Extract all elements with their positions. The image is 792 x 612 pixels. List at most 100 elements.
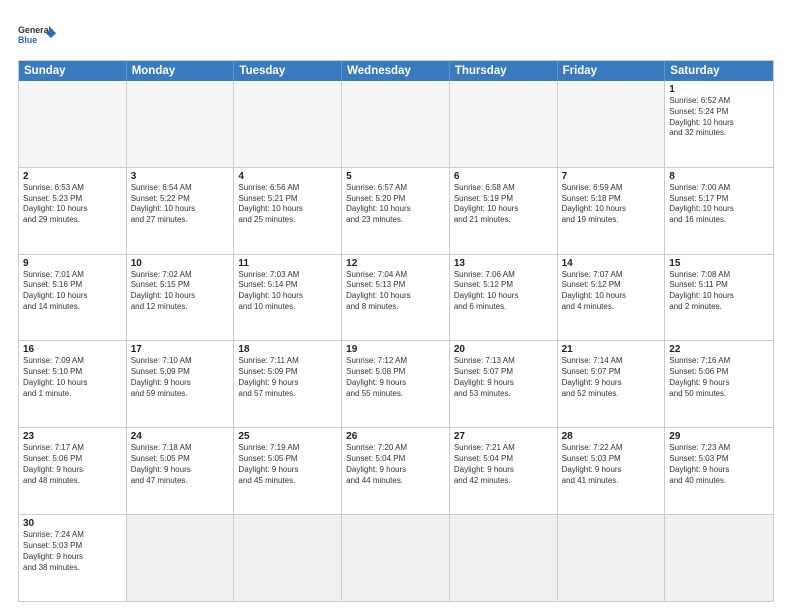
day-header-saturday: Saturday: [665, 61, 773, 81]
date-number-16: 16: [23, 344, 122, 355]
date-cell-5: 5Sunrise: 6:57 AM Sunset: 5:20 PM Daylig…: [342, 168, 450, 254]
date-cell-15: 15Sunrise: 7:08 AM Sunset: 5:11 PM Dayli…: [665, 255, 773, 341]
date-number-6: 6: [454, 171, 553, 182]
cell-text-7: Sunrise: 6:59 AM Sunset: 5:18 PM Dayligh…: [562, 183, 661, 226]
date-number-4: 4: [238, 171, 337, 182]
date-cell-30: 30Sunrise: 7:24 AM Sunset: 5:03 PM Dayli…: [19, 515, 127, 601]
day-header-thursday: Thursday: [450, 61, 558, 81]
date-cell-8: 8Sunrise: 7:00 AM Sunset: 5:17 PM Daylig…: [665, 168, 773, 254]
date-number-5: 5: [346, 171, 445, 182]
date-cell-7: 7Sunrise: 6:59 AM Sunset: 5:18 PM Daylig…: [558, 168, 666, 254]
date-number-26: 26: [346, 431, 445, 442]
date-cell-13: 13Sunrise: 7:06 AM Sunset: 5:12 PM Dayli…: [450, 255, 558, 341]
calendar-row-2: 9Sunrise: 7:01 AM Sunset: 5:16 PM Daylig…: [19, 254, 773, 341]
cell-text-15: Sunrise: 7:08 AM Sunset: 5:11 PM Dayligh…: [669, 270, 769, 313]
empty-cell-r5-c2: [234, 515, 342, 601]
date-cell-21: 21Sunrise: 7:14 AM Sunset: 5:07 PM Dayli…: [558, 341, 666, 427]
date-number-9: 9: [23, 258, 122, 269]
date-number-12: 12: [346, 258, 445, 269]
cell-text-10: Sunrise: 7:02 AM Sunset: 5:15 PM Dayligh…: [131, 270, 230, 313]
cell-text-13: Sunrise: 7:06 AM Sunset: 5:12 PM Dayligh…: [454, 270, 553, 313]
svg-text:General: General: [18, 25, 51, 35]
date-number-19: 19: [346, 344, 445, 355]
date-number-22: 22: [669, 344, 769, 355]
date-cell-24: 24Sunrise: 7:18 AM Sunset: 5:05 PM Dayli…: [127, 428, 235, 514]
cell-text-18: Sunrise: 7:11 AM Sunset: 5:09 PM Dayligh…: [238, 356, 337, 399]
date-number-23: 23: [23, 431, 122, 442]
cell-text-16: Sunrise: 7:09 AM Sunset: 5:10 PM Dayligh…: [23, 356, 122, 399]
date-number-28: 28: [562, 431, 661, 442]
calendar-body: 1Sunrise: 6:52 AM Sunset: 5:24 PM Daylig…: [19, 81, 773, 601]
date-cell-27: 27Sunrise: 7:21 AM Sunset: 5:04 PM Dayli…: [450, 428, 558, 514]
empty-cell-r5-c1: [127, 515, 235, 601]
empty-cell-r0-c3: [342, 81, 450, 167]
cell-text-27: Sunrise: 7:21 AM Sunset: 5:04 PM Dayligh…: [454, 443, 553, 486]
date-cell-23: 23Sunrise: 7:17 AM Sunset: 5:06 PM Dayli…: [19, 428, 127, 514]
empty-cell-r5-c4: [450, 515, 558, 601]
date-cell-16: 16Sunrise: 7:09 AM Sunset: 5:10 PM Dayli…: [19, 341, 127, 427]
cell-text-28: Sunrise: 7:22 AM Sunset: 5:03 PM Dayligh…: [562, 443, 661, 486]
cell-text-8: Sunrise: 7:00 AM Sunset: 5:17 PM Dayligh…: [669, 183, 769, 226]
cell-text-11: Sunrise: 7:03 AM Sunset: 5:14 PM Dayligh…: [238, 270, 337, 313]
date-number-30: 30: [23, 518, 122, 529]
cell-text-30: Sunrise: 7:24 AM Sunset: 5:03 PM Dayligh…: [23, 530, 122, 573]
day-header-sunday: Sunday: [19, 61, 127, 81]
logo: General Blue: [18, 18, 56, 52]
date-cell-11: 11Sunrise: 7:03 AM Sunset: 5:14 PM Dayli…: [234, 255, 342, 341]
cell-text-22: Sunrise: 7:16 AM Sunset: 5:06 PM Dayligh…: [669, 356, 769, 399]
date-number-27: 27: [454, 431, 553, 442]
day-header-friday: Friday: [558, 61, 666, 81]
empty-cell-r5-c3: [342, 515, 450, 601]
day-header-tuesday: Tuesday: [234, 61, 342, 81]
date-cell-6: 6Sunrise: 6:58 AM Sunset: 5:19 PM Daylig…: [450, 168, 558, 254]
date-number-20: 20: [454, 344, 553, 355]
date-number-15: 15: [669, 258, 769, 269]
cell-text-3: Sunrise: 6:54 AM Sunset: 5:22 PM Dayligh…: [131, 183, 230, 226]
date-cell-2: 2Sunrise: 6:53 AM Sunset: 5:23 PM Daylig…: [19, 168, 127, 254]
svg-text:Blue: Blue: [18, 35, 37, 45]
date-cell-14: 14Sunrise: 7:07 AM Sunset: 5:12 PM Dayli…: [558, 255, 666, 341]
empty-cell-r5-c5: [558, 515, 666, 601]
cell-text-1: Sunrise: 6:52 AM Sunset: 5:24 PM Dayligh…: [669, 96, 769, 139]
date-number-24: 24: [131, 431, 230, 442]
empty-cell-r0-c5: [558, 81, 666, 167]
cell-text-17: Sunrise: 7:10 AM Sunset: 5:09 PM Dayligh…: [131, 356, 230, 399]
page: General Blue SundayMondayTuesdayWednesda…: [0, 0, 792, 612]
date-cell-26: 26Sunrise: 7:20 AM Sunset: 5:04 PM Dayli…: [342, 428, 450, 514]
date-number-29: 29: [669, 431, 769, 442]
date-cell-4: 4Sunrise: 6:56 AM Sunset: 5:21 PM Daylig…: [234, 168, 342, 254]
generalblue-logo-icon: General Blue: [18, 18, 56, 52]
cell-text-9: Sunrise: 7:01 AM Sunset: 5:16 PM Dayligh…: [23, 270, 122, 313]
cell-text-19: Sunrise: 7:12 AM Sunset: 5:08 PM Dayligh…: [346, 356, 445, 399]
cell-text-14: Sunrise: 7:07 AM Sunset: 5:12 PM Dayligh…: [562, 270, 661, 313]
calendar-row-0: 1Sunrise: 6:52 AM Sunset: 5:24 PM Daylig…: [19, 81, 773, 167]
date-number-3: 3: [131, 171, 230, 182]
date-number-17: 17: [131, 344, 230, 355]
date-cell-25: 25Sunrise: 7:19 AM Sunset: 5:05 PM Dayli…: [234, 428, 342, 514]
day-header-wednesday: Wednesday: [342, 61, 450, 81]
date-cell-18: 18Sunrise: 7:11 AM Sunset: 5:09 PM Dayli…: [234, 341, 342, 427]
empty-cell-r0-c0: [19, 81, 127, 167]
cell-text-29: Sunrise: 7:23 AM Sunset: 5:03 PM Dayligh…: [669, 443, 769, 486]
date-cell-20: 20Sunrise: 7:13 AM Sunset: 5:07 PM Dayli…: [450, 341, 558, 427]
date-cell-17: 17Sunrise: 7:10 AM Sunset: 5:09 PM Dayli…: [127, 341, 235, 427]
date-number-25: 25: [238, 431, 337, 442]
cell-text-12: Sunrise: 7:04 AM Sunset: 5:13 PM Dayligh…: [346, 270, 445, 313]
empty-cell-r0-c2: [234, 81, 342, 167]
empty-cell-r5-c6: [665, 515, 773, 601]
cell-text-5: Sunrise: 6:57 AM Sunset: 5:20 PM Dayligh…: [346, 183, 445, 226]
date-cell-19: 19Sunrise: 7:12 AM Sunset: 5:08 PM Dayli…: [342, 341, 450, 427]
date-number-8: 8: [669, 171, 769, 182]
date-number-13: 13: [454, 258, 553, 269]
cell-text-23: Sunrise: 7:17 AM Sunset: 5:06 PM Dayligh…: [23, 443, 122, 486]
date-cell-28: 28Sunrise: 7:22 AM Sunset: 5:03 PM Dayli…: [558, 428, 666, 514]
date-cell-29: 29Sunrise: 7:23 AM Sunset: 5:03 PM Dayli…: [665, 428, 773, 514]
calendar-row-5: 30Sunrise: 7:24 AM Sunset: 5:03 PM Dayli…: [19, 514, 773, 601]
calendar-row-4: 23Sunrise: 7:17 AM Sunset: 5:06 PM Dayli…: [19, 427, 773, 514]
day-header-monday: Monday: [127, 61, 235, 81]
empty-cell-r0-c1: [127, 81, 235, 167]
date-cell-1: 1Sunrise: 6:52 AM Sunset: 5:24 PM Daylig…: [665, 81, 773, 167]
cell-text-6: Sunrise: 6:58 AM Sunset: 5:19 PM Dayligh…: [454, 183, 553, 226]
header: General Blue: [18, 18, 774, 52]
empty-cell-r0-c4: [450, 81, 558, 167]
